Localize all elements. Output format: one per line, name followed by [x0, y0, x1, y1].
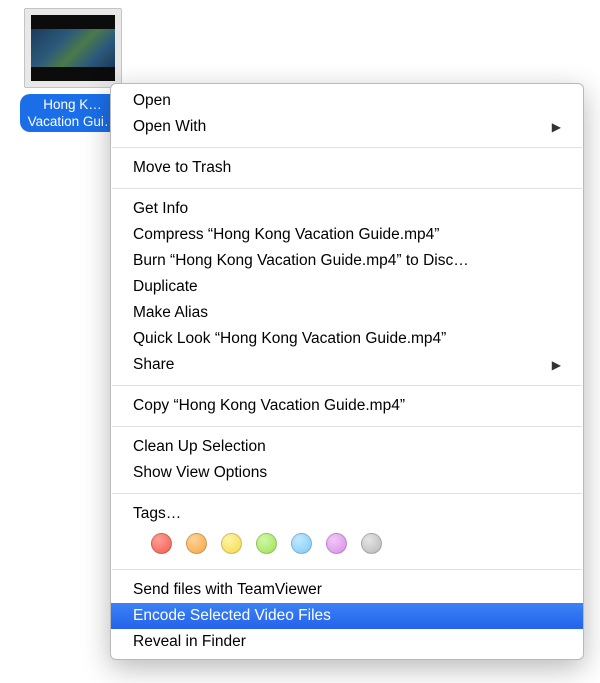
file-name-line1: Hong K… [43, 97, 102, 112]
menu-label: Make Alias [133, 303, 561, 323]
menu-separator [112, 147, 582, 148]
menu-view-options[interactable]: Show View Options [111, 460, 583, 486]
video-file-thumbnail [24, 8, 122, 88]
menu-tags[interactable]: Tags… [111, 501, 583, 527]
menu-label: Reveal in Finder [133, 632, 561, 652]
tag-red[interactable] [151, 533, 172, 554]
menu-label: Quick Look “Hong Kong Vacation Guide.mp4… [133, 329, 561, 349]
menu-label: Send files with TeamViewer [133, 580, 561, 600]
menu-encode-video[interactable]: Encode Selected Video Files [111, 603, 583, 629]
menu-separator [112, 493, 582, 494]
menu-label: Open [133, 91, 561, 111]
menu-label: Share [133, 355, 544, 375]
context-menu: Open Open With ▶ Move to Trash Get Info … [110, 83, 584, 660]
file-name-line2: Vacation Gui… [28, 114, 118, 129]
menu-label: Open With [133, 117, 544, 137]
menu-move-to-trash[interactable]: Move to Trash [111, 155, 583, 181]
menu-label: Copy “Hong Kong Vacation Guide.mp4” [133, 396, 561, 416]
tags-row [111, 527, 583, 562]
menu-label: Compress “Hong Kong Vacation Guide.mp4” [133, 225, 561, 245]
menu-label: Encode Selected Video Files [133, 606, 561, 626]
menu-label: Move to Trash [133, 158, 561, 178]
tag-yellow[interactable] [221, 533, 242, 554]
menu-teamviewer[interactable]: Send files with TeamViewer [111, 577, 583, 603]
menu-compress[interactable]: Compress “Hong Kong Vacation Guide.mp4” [111, 222, 583, 248]
tag-green[interactable] [256, 533, 277, 554]
menu-share[interactable]: Share ▶ [111, 352, 583, 378]
menu-label: Duplicate [133, 277, 561, 297]
menu-quick-look[interactable]: Quick Look “Hong Kong Vacation Guide.mp4… [111, 326, 583, 352]
chevron-right-icon: ▶ [544, 117, 561, 137]
menu-burn[interactable]: Burn “Hong Kong Vacation Guide.mp4” to D… [111, 248, 583, 274]
menu-label: Tags… [133, 504, 561, 524]
tag-gray[interactable] [361, 533, 382, 554]
menu-label: Burn “Hong Kong Vacation Guide.mp4” to D… [133, 251, 561, 271]
chevron-right-icon: ▶ [544, 355, 561, 375]
menu-copy[interactable]: Copy “Hong Kong Vacation Guide.mp4” [111, 393, 583, 419]
menu-separator [112, 569, 582, 570]
menu-label: Clean Up Selection [133, 437, 561, 457]
menu-duplicate[interactable]: Duplicate [111, 274, 583, 300]
menu-open-with[interactable]: Open With ▶ [111, 114, 583, 140]
tag-purple[interactable] [326, 533, 347, 554]
menu-separator [112, 188, 582, 189]
menu-reveal-finder[interactable]: Reveal in Finder [111, 629, 583, 655]
menu-label: Show View Options [133, 463, 561, 483]
tag-orange[interactable] [186, 533, 207, 554]
tag-blue[interactable] [291, 533, 312, 554]
menu-label: Get Info [133, 199, 561, 219]
menu-clean-up[interactable]: Clean Up Selection [111, 434, 583, 460]
menu-separator [112, 385, 582, 386]
menu-separator [112, 426, 582, 427]
menu-get-info[interactable]: Get Info [111, 196, 583, 222]
menu-open[interactable]: Open [111, 88, 583, 114]
menu-make-alias[interactable]: Make Alias [111, 300, 583, 326]
